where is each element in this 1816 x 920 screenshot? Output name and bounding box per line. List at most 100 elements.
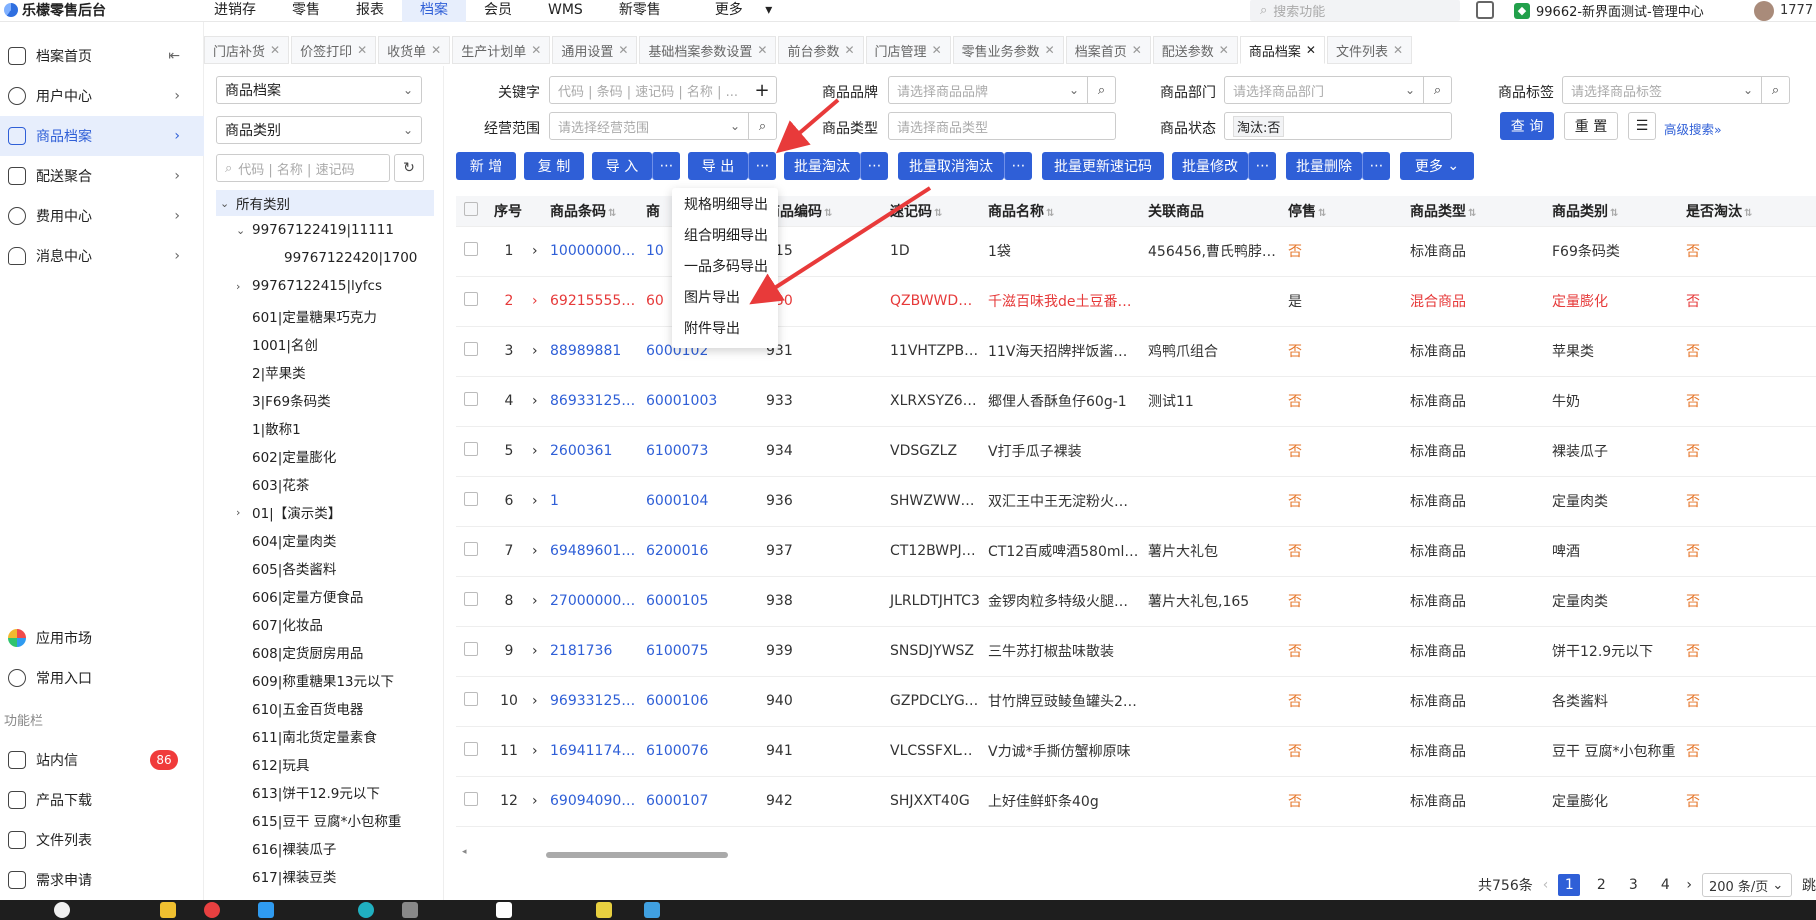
select-all-checkbox[interactable] <box>456 196 486 227</box>
reset-button[interactable]: 重 置 <box>1564 112 1618 140</box>
import-more-button[interactable]: ⋯ <box>652 152 680 180</box>
close-icon[interactable]: ✕ <box>844 43 854 57</box>
tree-node[interactable]: 606|定量方便食品 <box>236 586 363 606</box>
sidebar-requests[interactable]: 需求申请 <box>0 860 204 900</box>
import-button[interactable]: 导 入 <box>592 152 652 180</box>
table-row[interactable]: 6 › 1 6000104 936 SHWZWWDFH 双汇王中王无淀粉火腿肠否标准商品 定量… <box>456 476 1816 527</box>
tree-node[interactable]: 609|称重糖果13元以下 <box>236 670 394 690</box>
taskbar-app-icon[interactable] <box>258 902 274 918</box>
taskbar-app-icon[interactable] <box>358 902 374 918</box>
taskbar-app-icon[interactable] <box>54 902 70 918</box>
row-expand-icon[interactable]: › <box>524 576 542 627</box>
refresh-button[interactable]: ↻ <box>394 154 424 182</box>
expand-toggle-icon[interactable]: › <box>236 506 246 519</box>
tab[interactable]: 零售业务参数 ✕ <box>952 36 1064 64</box>
table-row[interactable]: 12 › 69094090… 6000107 942 SHJXXT40G 上好佳鲜虾条40g… <box>456 776 1816 827</box>
sidebar-download[interactable]: 产品下载 <box>0 780 204 820</box>
cell-barcode[interactable]: 16941174… <box>542 726 638 777</box>
tree-node[interactable]: 1|散称1 <box>236 418 301 438</box>
cell-barcode[interactable]: 1000000001 <box>542 226 638 277</box>
cell-cut[interactable]: 60001003 <box>638 376 758 427</box>
scope-select[interactable]: 请选择经营范围 ⌄ ⌕ <box>549 112 777 140</box>
tab[interactable]: 收货单 ✕ <box>378 36 451 64</box>
close-icon[interactable]: ✕ <box>531 43 541 57</box>
tree-node[interactable]: 615|豆干 豆腐*小包称重 <box>236 810 401 830</box>
col-header-stop-sale[interactable]: 停售 ⇅ <box>1280 196 1402 227</box>
tree-search-input[interactable]: ⌕ 代码 | 名称 | 速记码 <box>216 154 390 182</box>
table-row[interactable]: 8 › 27000000… 6000105 938 JLRLDTJHTC3 金锣肉粒多特级火… <box>456 576 1816 627</box>
row-checkbox[interactable] <box>456 726 486 777</box>
menu-item-image-export[interactable]: 图片导出 <box>672 283 778 314</box>
row-checkbox[interactable] <box>456 426 486 477</box>
sidebar-file-list[interactable]: 文件列表 <box>0 820 204 860</box>
row-expand-icon[interactable]: › <box>524 626 542 677</box>
topnav-item[interactable]: 进销存 <box>196 0 274 22</box>
tree-node[interactable]: 616|裸装瓜子 <box>236 838 336 858</box>
tree-node[interactable]: 608|定货厨房用品 <box>236 642 363 662</box>
row-expand-icon[interactable]: › <box>524 376 542 427</box>
user-menu[interactable]: 1777 <box>1754 0 1813 21</box>
table-row[interactable]: 2›69215555…60930QZBWWDETDI千滋百味我de土豆番茄味是混… <box>456 276 1816 327</box>
cell-cut[interactable]: 6000107 <box>638 776 758 827</box>
row-checkbox[interactable] <box>456 676 486 727</box>
prev-page-icon[interactable]: ‹ <box>1543 877 1549 893</box>
close-icon[interactable]: ✕ <box>357 43 367 57</box>
row-expand-icon[interactable]: › <box>524 776 542 827</box>
tree-node[interactable]: 3|F69条码类 <box>236 390 331 410</box>
tree-node[interactable]: 2|苹果类 <box>236 362 306 382</box>
tab[interactable]: 通用设置 ✕ <box>552 36 638 64</box>
table-row[interactable]: 11 › 16941174… 6100076 941 VLCSSFXLYW V力诚*手撕仿蟹… <box>456 726 1816 777</box>
sidebar-item-expense[interactable]: 费用中心 › <box>0 196 204 236</box>
cell-barcode[interactable]: 86933125… <box>542 376 638 427</box>
menu-item-multicode-export[interactable]: 一品多码导出 <box>672 252 778 283</box>
query-button[interactable]: 查 询 <box>1500 112 1554 140</box>
taskbar-app-icon[interactable] <box>402 902 418 918</box>
printer-icon[interactable] <box>1476 1 1494 19</box>
column-settings-button[interactable]: ☰ <box>1628 112 1656 140</box>
status-select[interactable]: 淘汰:否 <box>1224 112 1452 140</box>
close-icon[interactable]: ✕ <box>932 43 942 57</box>
type-select[interactable]: 请选择商品类型 <box>888 112 1116 140</box>
tree-node[interactable]: 99767122420|1700 <box>268 250 417 266</box>
row-expand-icon[interactable]: › <box>524 526 542 577</box>
row-checkbox[interactable] <box>456 476 486 527</box>
tab[interactable]: 门店补货 ✕ <box>204 36 290 64</box>
table-row[interactable]: 10›96933125…6000106940GZPDCLYGT22甘竹牌豆豉鲮鱼… <box>456 676 1816 727</box>
tree-node[interactable]: 604|定量肉类 <box>236 530 336 550</box>
batch-cancel-eliminate-button[interactable]: 批量取消淘汰 <box>898 152 1004 180</box>
tab[interactable]: 配送参数 ✕ <box>1152 36 1238 64</box>
table-row[interactable]: 4›86933125…60001003933XLRXSYZ60G1郷俚人香酥鱼仔… <box>456 376 1816 427</box>
menu-item-attachment-export[interactable]: 附件导出 <box>672 314 778 345</box>
topnav-item-active[interactable]: 档案 <box>402 0 466 22</box>
topnav-item[interactable]: WMS <box>530 0 601 22</box>
keyword-input[interactable]: 代码 | 条码 | 速记码 | 名称 | ... + <box>549 76 777 104</box>
col-header-name[interactable]: 商品名称 ⇅ <box>980 196 1140 227</box>
col-header-eliminated[interactable]: 是否淘汰 ⇅ <box>1678 196 1816 227</box>
search-icon[interactable]: ⌕ <box>748 113 776 139</box>
cell-barcode[interactable]: 69094090… <box>542 776 638 827</box>
batch-eliminate-more-button[interactable]: ⋯ <box>860 152 888 180</box>
row-checkbox[interactable] <box>456 776 486 827</box>
row-checkbox[interactable] <box>456 276 486 327</box>
scrollbar-thumb[interactable] <box>546 852 728 858</box>
tree-node[interactable]: 603|花茶 <box>236 474 309 494</box>
sidebar-item-archive-home[interactable]: 档案首页 ⇤ <box>0 36 204 76</box>
row-expand-icon[interactable]: › <box>524 326 542 377</box>
search-icon[interactable]: ⌕ <box>1761 77 1789 103</box>
cell-barcode[interactable]: 2600361 <box>542 426 638 477</box>
store-switcher[interactable]: ◆ 99662-新界面测试-管理中心 <box>1514 0 1704 21</box>
tag-select[interactable]: 请选择商品标签 ⌄ ⌕ <box>1562 76 1790 104</box>
topnav-item[interactable]: 会员 <box>466 0 530 22</box>
tree-node[interactable]: › 01|【演示类】 <box>236 502 341 523</box>
batch-modify-button[interactable]: 批量修改 <box>1172 152 1248 180</box>
next-page-icon[interactable]: › <box>1686 877 1692 893</box>
cell-barcode[interactable]: 1 <box>542 476 638 527</box>
cell-barcode[interactable]: 69489601… <box>542 526 638 577</box>
page-number[interactable]: 2 <box>1590 874 1612 896</box>
close-icon[interactable]: ✕ <box>1045 43 1055 57</box>
tree-node[interactable]: 612|玩具 <box>236 754 309 774</box>
table-row[interactable]: 5 › 2600361 6100073 934 VDSGZLZ V打手瓜子裸装否标准商品 裸装… <box>456 426 1816 477</box>
brand-select[interactable]: 请选择商品品牌 ⌄ ⌕ <box>888 76 1116 104</box>
dept-select[interactable]: 请选择商品部门 ⌄ ⌕ <box>1224 76 1452 104</box>
row-checkbox[interactable] <box>456 376 486 427</box>
